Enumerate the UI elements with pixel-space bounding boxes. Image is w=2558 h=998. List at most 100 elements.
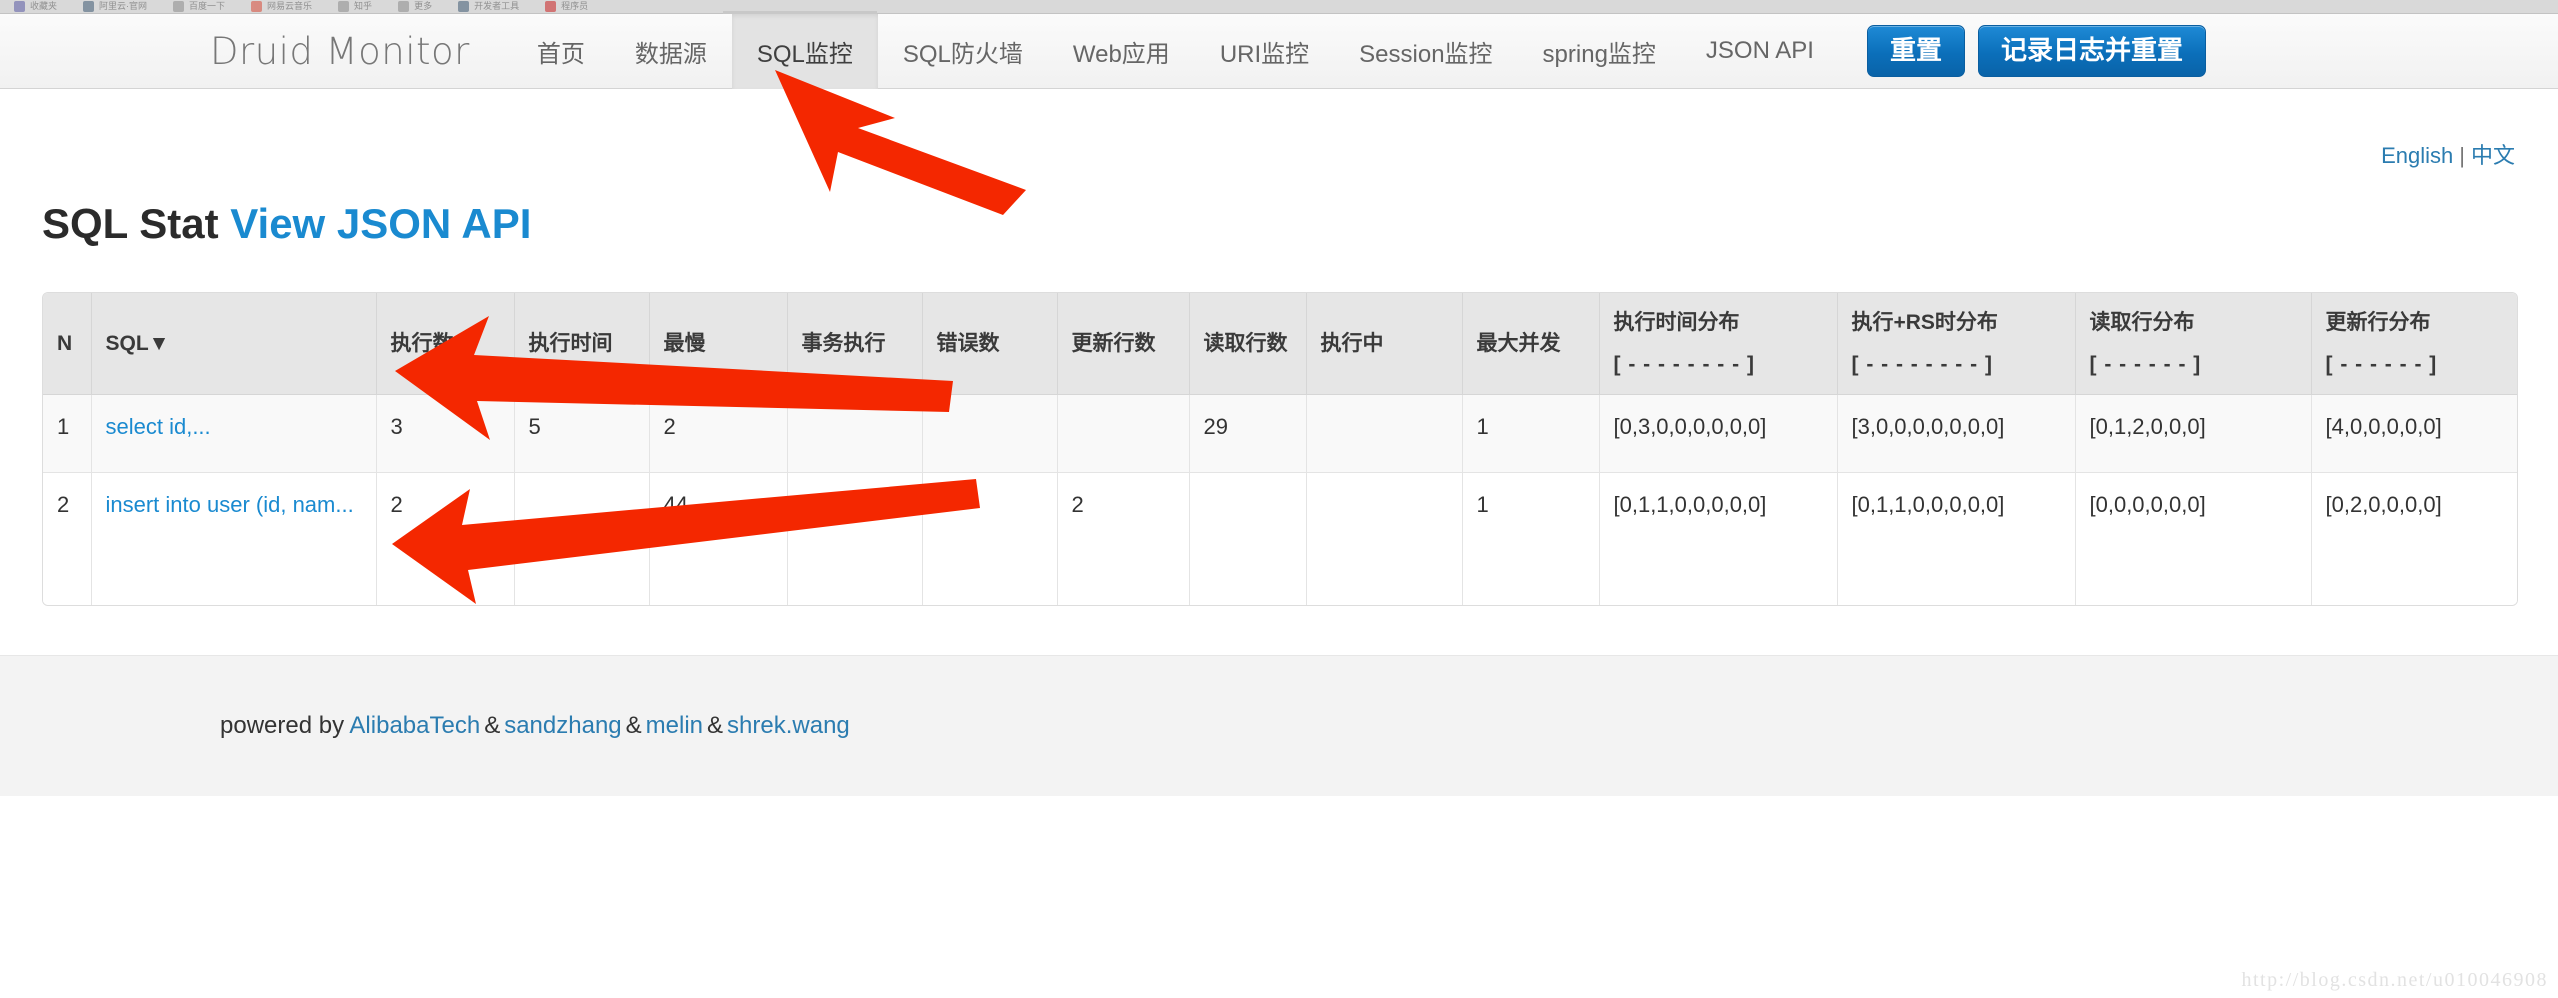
- footer-link-sandzhang[interactable]: sandzhang: [504, 712, 621, 739]
- header-exec-count-label: 执行数: [390, 331, 454, 355]
- nav-item-home[interactable]: 首页: [512, 14, 610, 89]
- bookmark-label: 阿里云·官网: [99, 1, 148, 11]
- cell-read-rows: 29: [1189, 394, 1307, 473]
- nav-item-sql-monitor[interactable]: SQL监控: [731, 13, 878, 89]
- cell-exec-time: 5: [514, 394, 650, 473]
- nav-item-datasource[interactable]: 数据源: [610, 14, 732, 89]
- reset-button[interactable]: 重置: [1866, 25, 1965, 77]
- cell-error-count: [922, 472, 1058, 605]
- cell-read-rows-histogram: [0,0,0,0,0,0]: [2075, 472, 2312, 605]
- footer-separator: &: [484, 712, 501, 739]
- header-exec-time-histogram-label: 执行时间分布: [1613, 311, 1740, 334]
- cell-read-rows: [1189, 472, 1307, 605]
- header-read-rows[interactable]: 读取行数: [1189, 293, 1307, 395]
- lang-english-link[interactable]: English: [2381, 143, 2453, 168]
- bookmark-label: 开发者工具: [474, 1, 520, 11]
- footer-separator: &: [625, 712, 642, 739]
- header-update-rows-label: 更新行数: [1071, 331, 1156, 355]
- bookmark-icon: [14, 1, 25, 12]
- header-sql[interactable]: SQL▼: [91, 293, 377, 395]
- cell-transaction: [787, 472, 923, 605]
- cell-slowest: 44: [649, 472, 788, 605]
- bookmark-item[interactable]: 百度一下: [173, 1, 225, 12]
- header-read-rows-histogram[interactable]: 读取行分布 [ - - - - - - ]: [2075, 293, 2312, 395]
- header-running[interactable]: 执行中: [1306, 293, 1463, 395]
- bookmark-item[interactable]: 程序员: [545, 1, 588, 12]
- nav-item-spring-monitor[interactable]: spring监控: [1518, 14, 1681, 89]
- header-sql-label: SQL▼: [105, 331, 170, 355]
- header-n[interactable]: N: [43, 293, 92, 395]
- header-read-rows-label: 读取行数: [1203, 331, 1288, 355]
- bookmark-item[interactable]: 开发者工具: [458, 1, 519, 12]
- brand-title: Druid Monitor: [210, 29, 470, 73]
- cell-running: [1306, 472, 1463, 605]
- bookmark-item[interactable]: 更多: [398, 1, 432, 12]
- bookmark-item[interactable]: 知乎: [338, 1, 372, 12]
- bookmark-icon: [338, 1, 350, 12]
- header-exec-rs-histogram-bracket: [ - - - - - - - - ]: [1851, 352, 1993, 376]
- cell-error-count: [922, 394, 1058, 473]
- header-error-count[interactable]: 错误数: [922, 293, 1058, 395]
- language-switcher: English | 中文: [2381, 138, 2515, 170]
- cell-n: 2: [43, 472, 92, 605]
- table-row: 1 select id,... 3 5 2 29 1 [0,3,0,0,0,0,…: [43, 394, 2517, 473]
- header-exec-rs-histogram[interactable]: 执行+RS时分布 [ - - - - - - - - ]: [1837, 293, 2076, 395]
- cell-max-concurrent: 1: [1462, 394, 1600, 473]
- nav-item-session-monitor[interactable]: Session监控: [1334, 14, 1517, 89]
- footer-credits: powered by AlibabaTech & sandzhang & melin & s…: [220, 712, 850, 740]
- bookmark-label: 收藏夹: [30, 1, 58, 11]
- table-header-row: N SQL▼ 执行数 执行时间 最慢 事务执行 错误数 更新行数 读取行数 执行…: [43, 293, 2517, 395]
- bookmark-label: 百度一下: [189, 1, 226, 11]
- cell-exec-time: [514, 472, 650, 605]
- page-title-text: SQL Stat: [42, 200, 219, 247]
- cell-transaction: [787, 394, 923, 473]
- bookmark-item[interactable]: 阿里云·官网: [83, 1, 147, 12]
- cell-sql: insert into user (id, nam...: [91, 472, 377, 605]
- header-exec-time-histogram[interactable]: 执行时间分布 [ - - - - - - - - ]: [1599, 293, 1838, 395]
- header-update-rows[interactable]: 更新行数: [1057, 293, 1190, 395]
- header-update-rows-histogram[interactable]: 更新行分布 [ - - - - - - ]: [2311, 293, 2517, 395]
- header-exec-count[interactable]: 执行数: [376, 293, 515, 395]
- header-max-concurrent[interactable]: 最大并发: [1462, 293, 1600, 395]
- lang-chinese-link[interactable]: 中文: [2471, 143, 2515, 168]
- sql-detail-link[interactable]: insert into user (id, nam...: [106, 492, 354, 517]
- header-slowest-label: 最慢: [663, 331, 706, 355]
- header-error-count-label: 错误数: [936, 331, 1000, 355]
- cell-exec-count: 2: [376, 472, 515, 605]
- top-navbar: Druid Monitor 首页 数据源 SQL监控 SQL防火墙 Web应用 …: [0, 13, 2558, 89]
- page-footer: powered by AlibabaTech & sandzhang & melin & s…: [0, 655, 2558, 796]
- cell-exec-time-histogram: [0,3,0,0,0,0,0,0]: [1599, 394, 1838, 473]
- nav-item-sql-firewall[interactable]: SQL防火墙: [878, 14, 1048, 89]
- sql-stat-table-container: N SQL▼ 执行数 执行时间 最慢 事务执行 错误数 更新行数 读取行数 执行…: [42, 292, 2518, 606]
- bookmark-item[interactable]: 收藏夹: [14, 1, 57, 12]
- footer-link-melin[interactable]: melin: [646, 712, 703, 739]
- header-read-rows-histogram-label: 读取行分布: [2089, 311, 2195, 334]
- header-transaction[interactable]: 事务执行: [787, 293, 923, 395]
- footer-link-alibabatech[interactable]: AlibabaTech: [349, 712, 480, 739]
- bookmark-icon: [173, 1, 185, 12]
- log-and-reset-button[interactable]: 记录日志并重置: [1977, 25, 2206, 77]
- header-exec-time-label: 执行时间: [528, 331, 613, 355]
- header-exec-rs-histogram-label: 执行+RS时分布: [1851, 311, 1998, 334]
- sql-detail-link[interactable]: select id,...: [106, 414, 211, 439]
- nav-item-web-app[interactable]: Web应用: [1048, 14, 1195, 89]
- bookmark-label: 网易云音乐: [267, 1, 313, 11]
- footer-link-shrekwang[interactable]: shrek.wang: [727, 712, 850, 739]
- cell-exec-rs-histogram: [3,0,0,0,0,0,0,0]: [1837, 394, 2076, 473]
- header-exec-time[interactable]: 执行时间: [514, 293, 650, 395]
- lang-separator: |: [2459, 143, 2465, 168]
- bookmark-label: 知乎: [354, 1, 373, 11]
- bookmark-item[interactable]: 网易云音乐: [251, 1, 312, 12]
- bookmark-label: 更多: [414, 1, 433, 11]
- nav-item-uri-monitor[interactable]: URI监控: [1195, 14, 1334, 89]
- nav-item-json-api[interactable]: JSON API: [1681, 14, 1839, 89]
- cell-update-rows: [1057, 394, 1190, 473]
- bookmark-icon: [398, 1, 410, 12]
- bookmark-icon: [251, 1, 263, 12]
- view-json-api-link[interactable]: View JSON API: [230, 200, 531, 247]
- cell-sql: select id,...: [91, 394, 377, 473]
- nav-action-buttons: 重置 记录日志并重置: [1866, 25, 2206, 77]
- cell-read-rows-histogram: [0,1,2,0,0,0]: [2075, 394, 2312, 473]
- header-slowest[interactable]: 最慢: [649, 293, 788, 395]
- cell-n: 1: [43, 394, 92, 473]
